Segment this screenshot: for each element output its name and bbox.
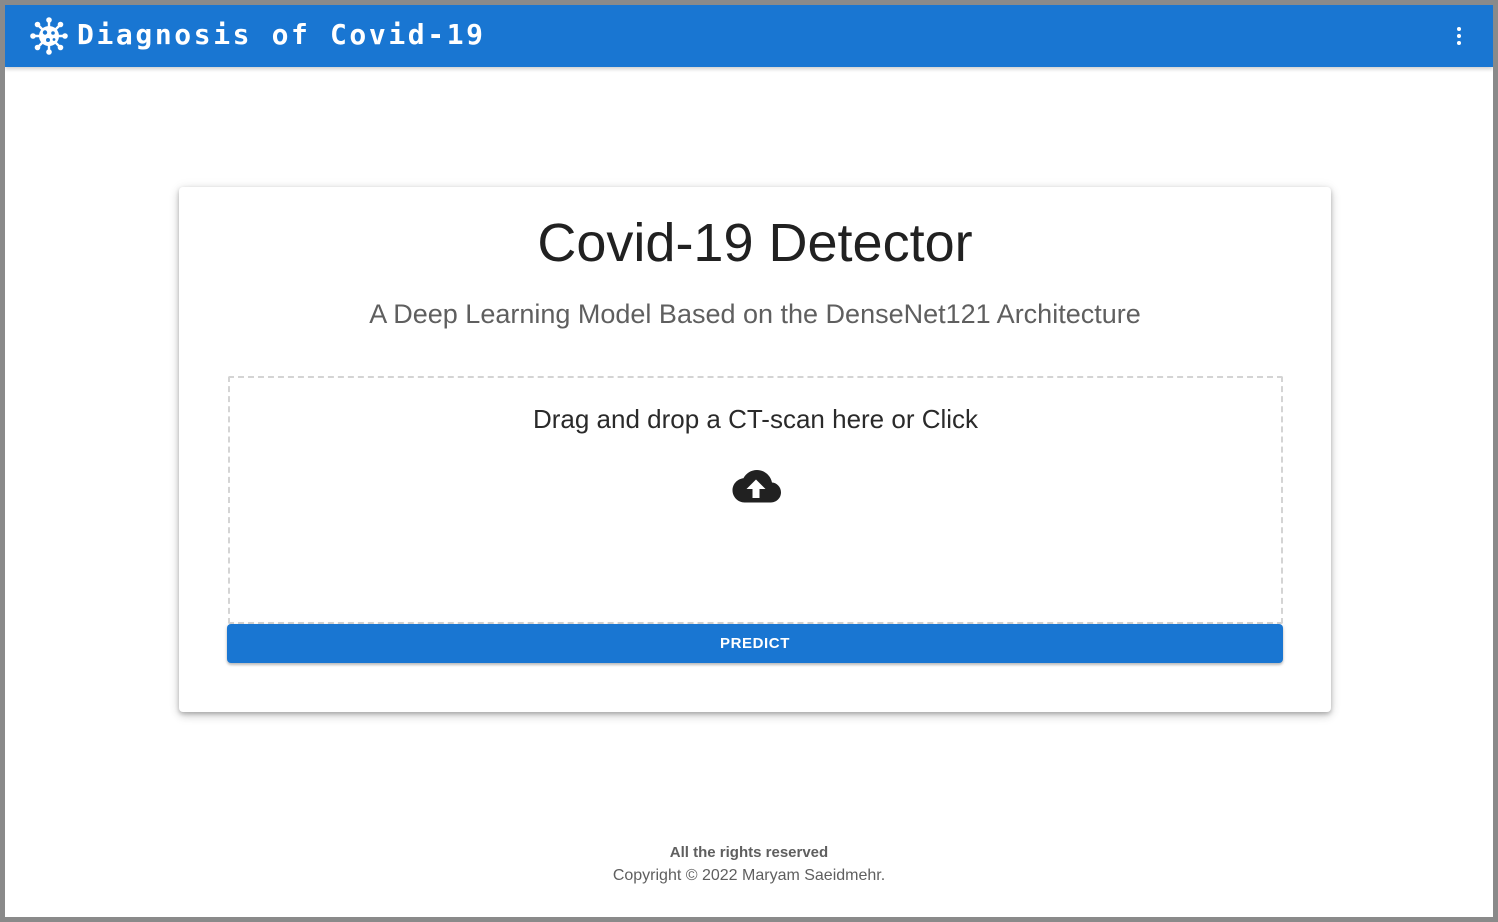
page-subtitle: A Deep Learning Model Based on the Dense…	[369, 299, 1141, 329]
app-bar: Diagnosis of Covid-19	[5, 5, 1493, 67]
app-title: Diagnosis of Covid-19	[77, 18, 486, 51]
cloud-upload-icon	[730, 468, 782, 508]
ct-scan-dropzone[interactable]: Drag and drop a CT-scan here or Click	[228, 376, 1283, 624]
footer-rights: All the rights reserved	[669, 844, 829, 861]
footer-copyright: Copyright © 2022 Maryam Saeidmehr.	[612, 867, 886, 884]
more-vert-icon[interactable]	[1447, 20, 1471, 52]
page-title: Covid-19 Detector	[537, 213, 973, 273]
predict-button[interactable]: PREDICT	[227, 624, 1283, 663]
detector-card: Covid-19 Detector A Deep Learning Model …	[179, 187, 1331, 712]
virus-icon	[30, 17, 68, 55]
app-window: Diagnosis of Covid-19 Covid-19 Detector …	[5, 5, 1493, 917]
dropzone-label: Drag and drop a CT-scan here or Click	[532, 404, 979, 434]
